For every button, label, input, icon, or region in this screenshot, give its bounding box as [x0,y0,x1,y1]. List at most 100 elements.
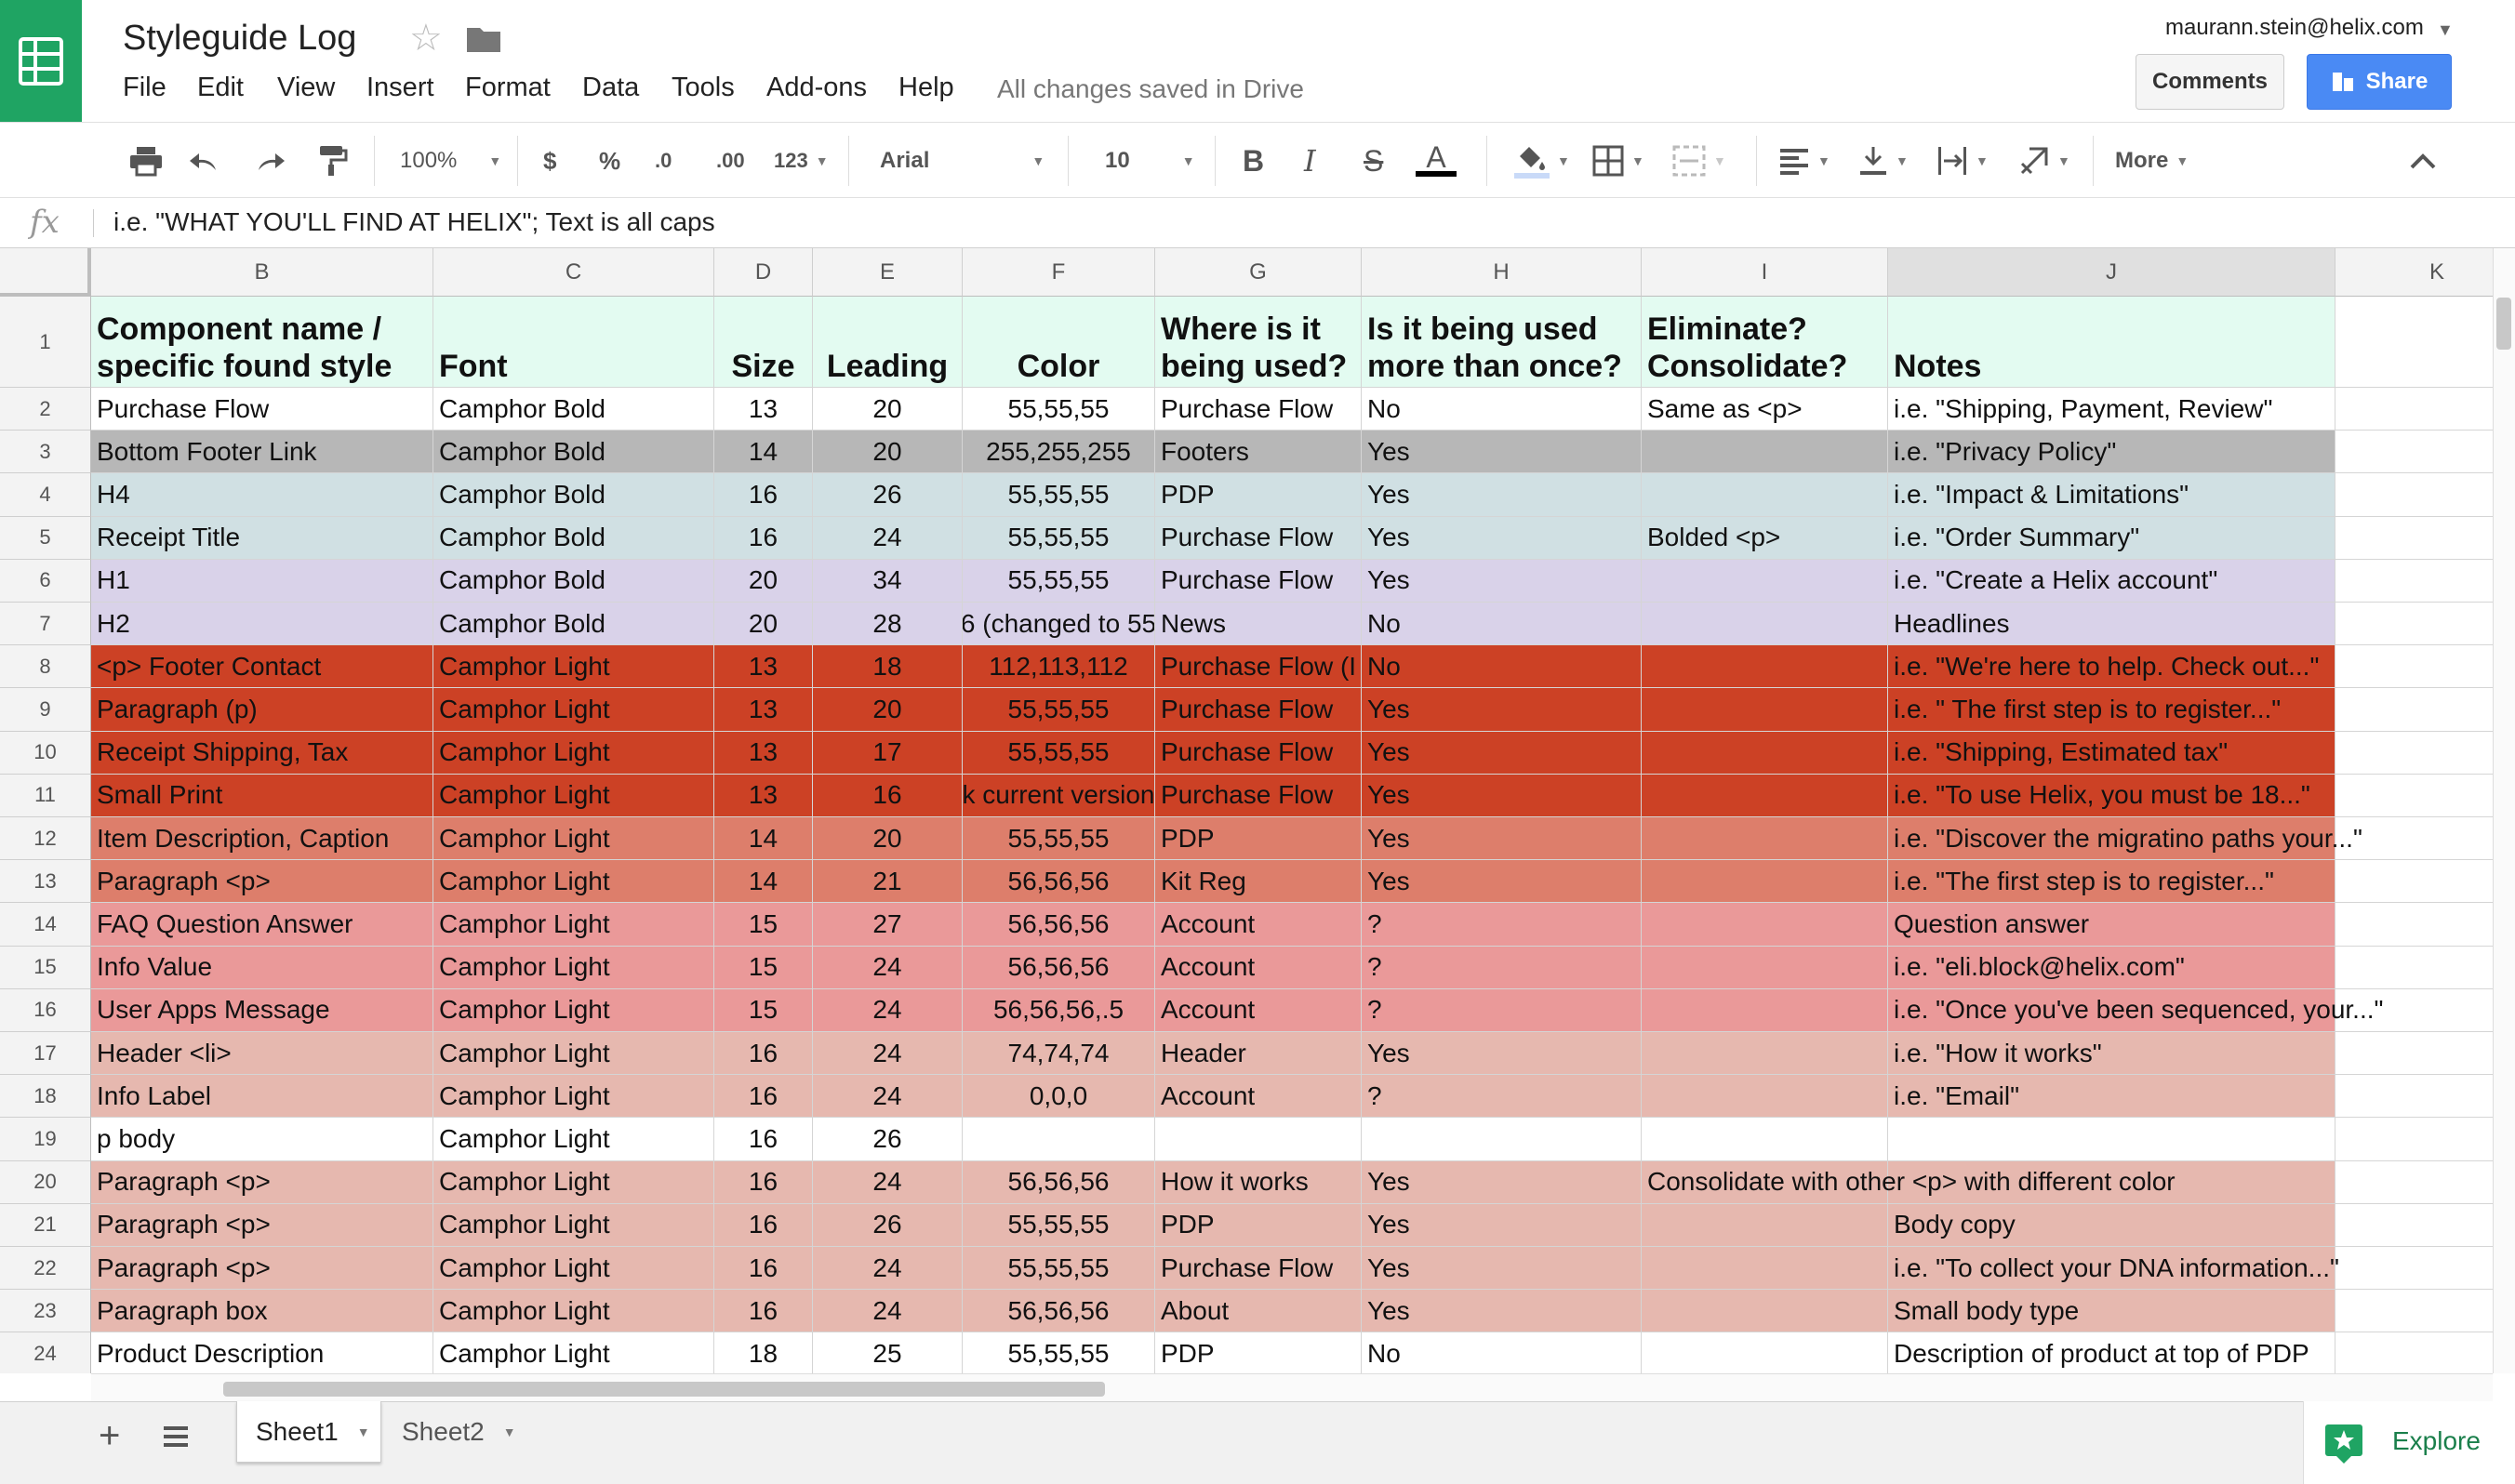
table-cell[interactable]: 16 [714,473,813,517]
paint-format-icon[interactable] [316,143,348,179]
header-cell[interactable]: Font [433,297,714,388]
fill-color-icon[interactable]: ▼ [1512,143,1570,179]
table-cell[interactable]: 24 [813,516,963,560]
table-cell[interactable] [1155,1118,1362,1161]
save-status[interactable]: All changes saved in Drive [997,74,1304,104]
table-cell[interactable] [2335,946,2493,989]
table-cell[interactable]: 112,113,112 [963,645,1155,689]
table-cell[interactable] [2335,431,2493,474]
table-cell[interactable]: Yes [1362,1032,1642,1076]
table-cell[interactable]: 21 [813,860,963,904]
table-cell[interactable]: 20 [813,388,963,431]
text-wrap-icon[interactable]: ▼ [1936,143,1989,179]
table-cell[interactable] [2335,1290,2493,1333]
menu-file[interactable]: File [123,73,166,103]
table-cell[interactable]: Camphor Bold [433,388,714,431]
table-cell[interactable]: PDP [1155,473,1362,517]
table-cell[interactable]: 24 [813,1075,963,1119]
select-all-corner[interactable] [0,248,91,297]
table-cell[interactable]: 15 [714,988,813,1032]
table-cell[interactable]: 56,56,56 [963,1160,1155,1204]
column-header-g[interactable]: G [1155,248,1362,297]
table-cell[interactable]: 20 [813,688,963,732]
table-cell[interactable]: 55,55,55 [963,559,1155,603]
table-cell[interactable]: Yes [1362,1290,1642,1333]
table-cell[interactable]: 55,55,55 [963,817,1155,861]
table-cell[interactable]: Camphor Light [433,645,714,689]
table-cell[interactable]: Purchase Flow [1155,774,1362,817]
table-cell[interactable]: 13 [714,731,813,775]
column-header-b[interactable]: B [91,248,433,297]
table-cell[interactable]: <p> Footer Contact [91,645,433,689]
row-header[interactable]: 5 [0,516,91,560]
table-cell[interactable] [2335,473,2493,517]
table-cell[interactable]: Camphor Light [433,817,714,861]
table-cell[interactable]: 20 [813,431,963,474]
table-cell[interactable]: Camphor Light [433,731,714,775]
table-cell[interactable] [2335,1332,2493,1373]
table-cell[interactable]: 24 [813,1032,963,1076]
table-cell[interactable]: 55,55,55 [963,388,1155,431]
row-header[interactable]: 20 [0,1160,91,1204]
table-cell[interactable]: 6 (changed to 55 [963,603,1155,646]
table-cell[interactable]: i.e. "The first step is to register..." [1888,860,2335,904]
table-cell[interactable]: i.e. "Create a Helix account" [1888,559,2335,603]
table-cell[interactable]: 16 [714,1160,813,1204]
table-cell[interactable] [1642,903,1888,947]
table-cell[interactable]: Camphor Bold [433,431,714,474]
table-cell[interactable]: Camphor Light [433,903,714,947]
header-cell[interactable]: Leading [813,297,963,388]
table-cell[interactable]: 15 [714,903,813,947]
table-cell[interactable] [2335,860,2493,904]
table-cell[interactable] [1642,603,1888,646]
table-cell[interactable]: 17 [813,731,963,775]
table-cell[interactable]: 55,55,55 [963,731,1155,775]
table-cell[interactable]: Paragraph <p> [91,1247,433,1291]
table-cell[interactable]: 255,255,255 [963,431,1155,474]
table-cell[interactable]: 34 [813,559,963,603]
formula-input[interactable]: i.e. "WHAT YOU'LL FIND AT HELIX"; Text i… [113,207,715,237]
table-cell[interactable]: Purchase Flow (I [1155,645,1362,689]
table-cell[interactable]: 56,56,56 [963,903,1155,947]
table-cell[interactable]: No [1362,1332,1642,1373]
table-cell[interactable]: Purchase Flow [91,388,433,431]
table-cell[interactable]: Description of product at top of PDP [1888,1332,2335,1373]
header-cell[interactable]: Eliminate? Consolidate? [1642,297,1888,388]
table-cell[interactable]: Purchase Flow [1155,516,1362,560]
print-icon[interactable] [128,143,164,179]
table-cell[interactable]: Purchase Flow [1155,1247,1362,1291]
table-cell[interactable]: Paragraph box [91,1290,433,1333]
column-header-d[interactable]: D [714,248,813,297]
table-cell[interactable]: Camphor Light [433,1290,714,1333]
vertical-scrollbar[interactable] [2493,248,2515,1373]
table-cell[interactable]: Yes [1362,1247,1642,1291]
table-cell[interactable]: Camphor Light [433,1247,714,1291]
row-header[interactable]: 18 [0,1075,91,1119]
share-button[interactable]: Share [2307,54,2452,110]
menu-view[interactable]: View [277,73,335,103]
table-cell[interactable] [2335,1075,2493,1119]
all-sheets-icon[interactable] [162,1424,190,1453]
table-cell[interactable]: 16 [714,1247,813,1291]
column-header-f[interactable]: F [963,248,1155,297]
table-cell[interactable]: Body copy [1888,1203,2335,1247]
table-cell[interactable]: Camphor Light [433,1118,714,1161]
table-cell[interactable]: Info Value [91,946,433,989]
table-cell[interactable] [2335,731,2493,775]
table-cell[interactable]: Yes [1362,817,1642,861]
table-cell[interactable]: 56,56,56 [963,860,1155,904]
table-cell[interactable]: 13 [714,774,813,817]
table-cell[interactable]: Footers [1155,431,1362,474]
row-header[interactable]: 7 [0,603,91,646]
table-cell[interactable]: 18 [714,1332,813,1373]
table-cell[interactable]: H2 [91,603,433,646]
row-header[interactable]: 22 [0,1247,91,1291]
borders-icon[interactable]: ▼ [1592,143,1644,179]
table-cell[interactable]: Camphor Light [433,988,714,1032]
table-cell[interactable]: No [1362,603,1642,646]
table-cell[interactable]: Yes [1362,431,1642,474]
row-header[interactable]: 2 [0,388,91,431]
table-cell[interactable]: Receipt Title [91,516,433,560]
table-cell[interactable]: 18 [813,645,963,689]
table-cell[interactable]: i.e. "Once you've been sequenced, your..… [1888,988,2383,1032]
